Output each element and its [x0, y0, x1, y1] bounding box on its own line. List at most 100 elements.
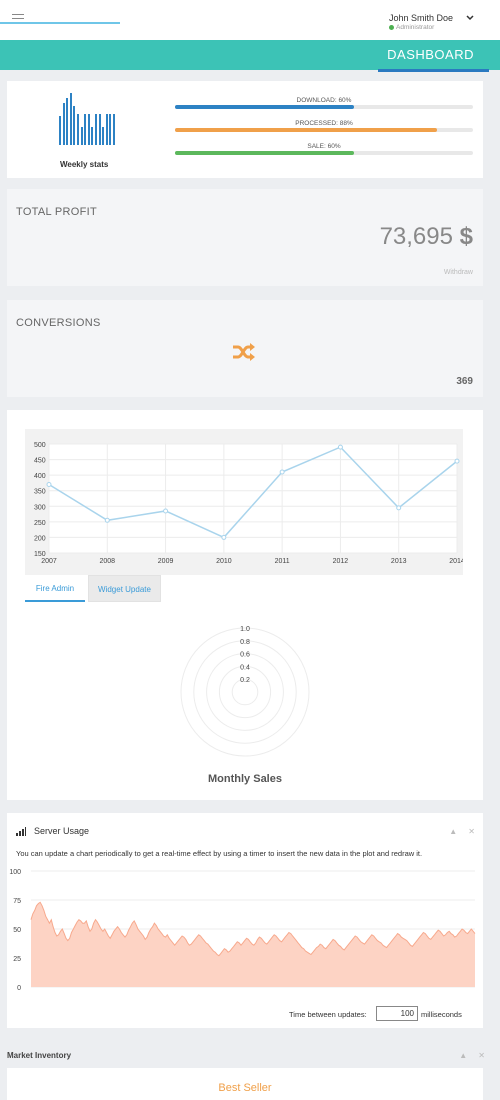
user-name[interactable]: John Smith Doe	[389, 13, 453, 23]
user-role-label: Administrator	[396, 24, 435, 31]
charts-card: 500 450 400 350 300 250 200 150 2007 2008 2009 2010…	[7, 410, 483, 800]
weekly-bar	[98, 113, 101, 145]
polar-ring	[218, 665, 272, 719]
top-bar: John Smith Doe Administrator	[0, 0, 500, 40]
y-tick-label: 200	[34, 535, 46, 542]
page-header-bar: DASHBOARD	[0, 40, 500, 70]
weekly-bar	[62, 103, 65, 145]
data-point	[279, 469, 285, 475]
weekly-bar	[113, 113, 115, 145]
weekly-stats-chart	[59, 93, 119, 145]
total-profit-card: TOTAL PROFIT 73,695 $ Withdraw	[7, 189, 483, 286]
weekly-bar	[105, 113, 108, 145]
x-tick-label: 2013	[391, 558, 407, 565]
y-tick-label: 500	[34, 442, 46, 449]
polar-tick-label: 1.0	[240, 626, 250, 633]
monthly-sales-label: Monthly Sales	[208, 773, 282, 785]
y-tick-label: 75	[13, 898, 21, 905]
server-usage-panel: Server Usage ▲ ✕ You can update a chart …	[7, 813, 483, 1028]
chevron-down-icon[interactable]	[466, 13, 474, 23]
x-tick-label: 2011	[275, 558, 290, 565]
data-point	[163, 508, 169, 514]
x-tick-label: 2014	[449, 558, 463, 565]
x-tick-label: 2009	[158, 558, 174, 565]
weekly-bar	[95, 113, 97, 145]
polar-ring	[180, 627, 310, 757]
weekly-bar	[73, 106, 76, 145]
signal-icon	[16, 827, 26, 836]
total-profit-value: 73,695 $	[380, 223, 473, 251]
line-chart-frame: 500 450 400 350 300 250 200 150 2007 2008 2009 2010…	[25, 429, 465, 575]
download-progress	[175, 105, 473, 109]
x-tick-label: 2012	[333, 558, 349, 565]
conversions-value: 369	[456, 376, 473, 387]
market-inventory-title: Market Inventory	[7, 1051, 72, 1060]
x-tick-label: 2007	[41, 558, 57, 565]
tab-fire-admin[interactable]: Fire Admin	[25, 575, 85, 602]
x-tick-label: 2008	[99, 558, 115, 565]
update-interval-input[interactable]	[376, 1006, 418, 1021]
y-tick-label: 450	[34, 458, 46, 465]
data-point	[104, 517, 110, 523]
close-icon[interactable]: ✕	[478, 1051, 485, 1060]
server-usage-chart: 100 75 50 25 0	[9, 869, 476, 992]
data-point	[337, 444, 343, 450]
total-profit-amount: 73,695	[379, 223, 453, 250]
y-tick-label: 100	[9, 869, 21, 876]
polar-tick-label: 0.6	[240, 652, 250, 659]
update-interval-label: Time between updates:	[289, 1010, 367, 1019]
y-tick-label: 0	[17, 985, 21, 992]
y-tick-label: 150	[34, 551, 46, 558]
weekly-bar	[87, 113, 90, 145]
currency-symbol: $	[459, 223, 473, 250]
weekly-bar	[80, 126, 83, 145]
processed-progress	[175, 128, 473, 132]
server-usage-description: You can update a chart periodically to g…	[16, 849, 423, 858]
plot-area	[49, 444, 457, 553]
data-point	[221, 534, 227, 540]
conversions-card: CONVERSIONS 369	[7, 300, 483, 397]
sale-progress	[175, 151, 473, 155]
weekly-bar	[102, 126, 105, 145]
online-status-icon	[389, 24, 394, 30]
download-label: DOWNLOAD: 60%	[296, 97, 352, 104]
y-tick-label: 300	[34, 504, 46, 511]
line-chart: 500 450 400 350 300 250 200 1502007 2008 2009 2010…	[34, 442, 465, 565]
data-point	[396, 505, 402, 511]
market-panel-controls: ▲ ✕	[459, 1051, 485, 1060]
conversions-title: CONVERSIONS	[16, 317, 101, 329]
x-tick-label: 2010	[216, 558, 232, 565]
sale-label: SALE: 60%	[307, 143, 341, 150]
weekly-bar	[66, 98, 69, 145]
collapse-icon[interactable]: ▲	[449, 827, 457, 836]
tab-widget-update[interactable]: Widget Update	[88, 575, 161, 602]
data-point	[46, 481, 52, 487]
y-tick-label: 250	[34, 520, 46, 527]
total-profit-title: TOTAL PROFIT	[16, 206, 98, 218]
weekly-bar	[109, 113, 112, 145]
weekly-bar	[77, 113, 79, 145]
weekly-stats-label: Weekly stats	[60, 160, 109, 169]
close-icon[interactable]: ✕	[468, 827, 475, 836]
withdraw-link[interactable]: Withdraw	[444, 269, 473, 276]
y-tick-label: 25	[13, 956, 21, 963]
topbar-accent-line	[0, 22, 120, 24]
polar-tick-label: 0.4	[240, 664, 250, 671]
collapse-icon[interactable]: ▲	[459, 1051, 467, 1060]
server-usage-title: Server Usage	[34, 826, 90, 836]
y-tick-label: 350	[34, 489, 46, 496]
weekly-bar	[84, 113, 87, 145]
data-point	[454, 458, 460, 464]
shuffle-icon	[231, 342, 257, 367]
page-title-underline	[378, 69, 489, 72]
market-inventory-panel: Best Seller	[7, 1068, 483, 1100]
polar-tick-label: 0.8	[240, 639, 250, 646]
weekly-bar	[69, 93, 72, 145]
page-title: DASHBOARD	[387, 47, 474, 62]
weekly-bar	[91, 126, 94, 145]
update-interval-unit: milliseconds	[421, 1010, 462, 1019]
processed-label: PROCESSED: 88%	[295, 120, 353, 127]
best-seller-title: Best Seller	[218, 1082, 272, 1094]
polar-chart: 1.0 0.8 0.6 0.4 0.2	[180, 626, 310, 757]
y-tick-label: 50	[13, 927, 21, 934]
